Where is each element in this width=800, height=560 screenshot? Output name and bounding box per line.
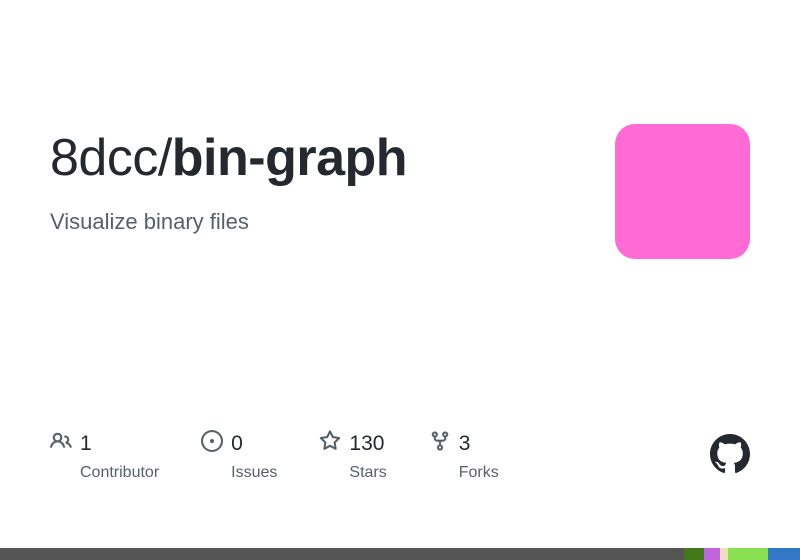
stat-issues: 0 Issues [201,430,277,482]
stat-stars-count: 130 [349,432,384,456]
language-bar [0,548,800,560]
stat-forks: 3 Forks [429,430,499,482]
stat-stars: 130 Stars [319,430,386,482]
language-segment [0,548,684,560]
stat-contributors-label: Contributor [80,464,159,482]
stat-forks-label: Forks [459,464,499,482]
language-segment [684,548,704,560]
star-icon [319,430,341,458]
repo-owner: 8dcc [50,129,158,187]
repo-name: bin-graph [172,129,407,187]
fork-icon [429,430,451,458]
stat-contributors-count: 1 [80,432,92,456]
repo-thumbnail [615,124,750,259]
stat-contributors: 1 Contributor [50,430,159,482]
stat-issues-count: 0 [231,432,243,456]
language-segment [720,548,728,560]
stat-stars-label: Stars [349,464,386,482]
github-logo-icon [710,434,750,479]
title-slash: / [158,129,172,187]
language-segment [768,548,800,560]
issue-icon [201,430,223,458]
repo-description: Visualize binary files [50,209,615,235]
people-icon [50,430,72,458]
language-segment [728,548,768,560]
stat-forks-count: 3 [459,432,471,456]
repo-title: 8dcc/bin-graph [50,130,615,187]
language-segment [704,548,720,560]
stat-issues-label: Issues [231,464,277,482]
stats-list: 1 Contributor 0 Issues 130 [50,430,499,482]
